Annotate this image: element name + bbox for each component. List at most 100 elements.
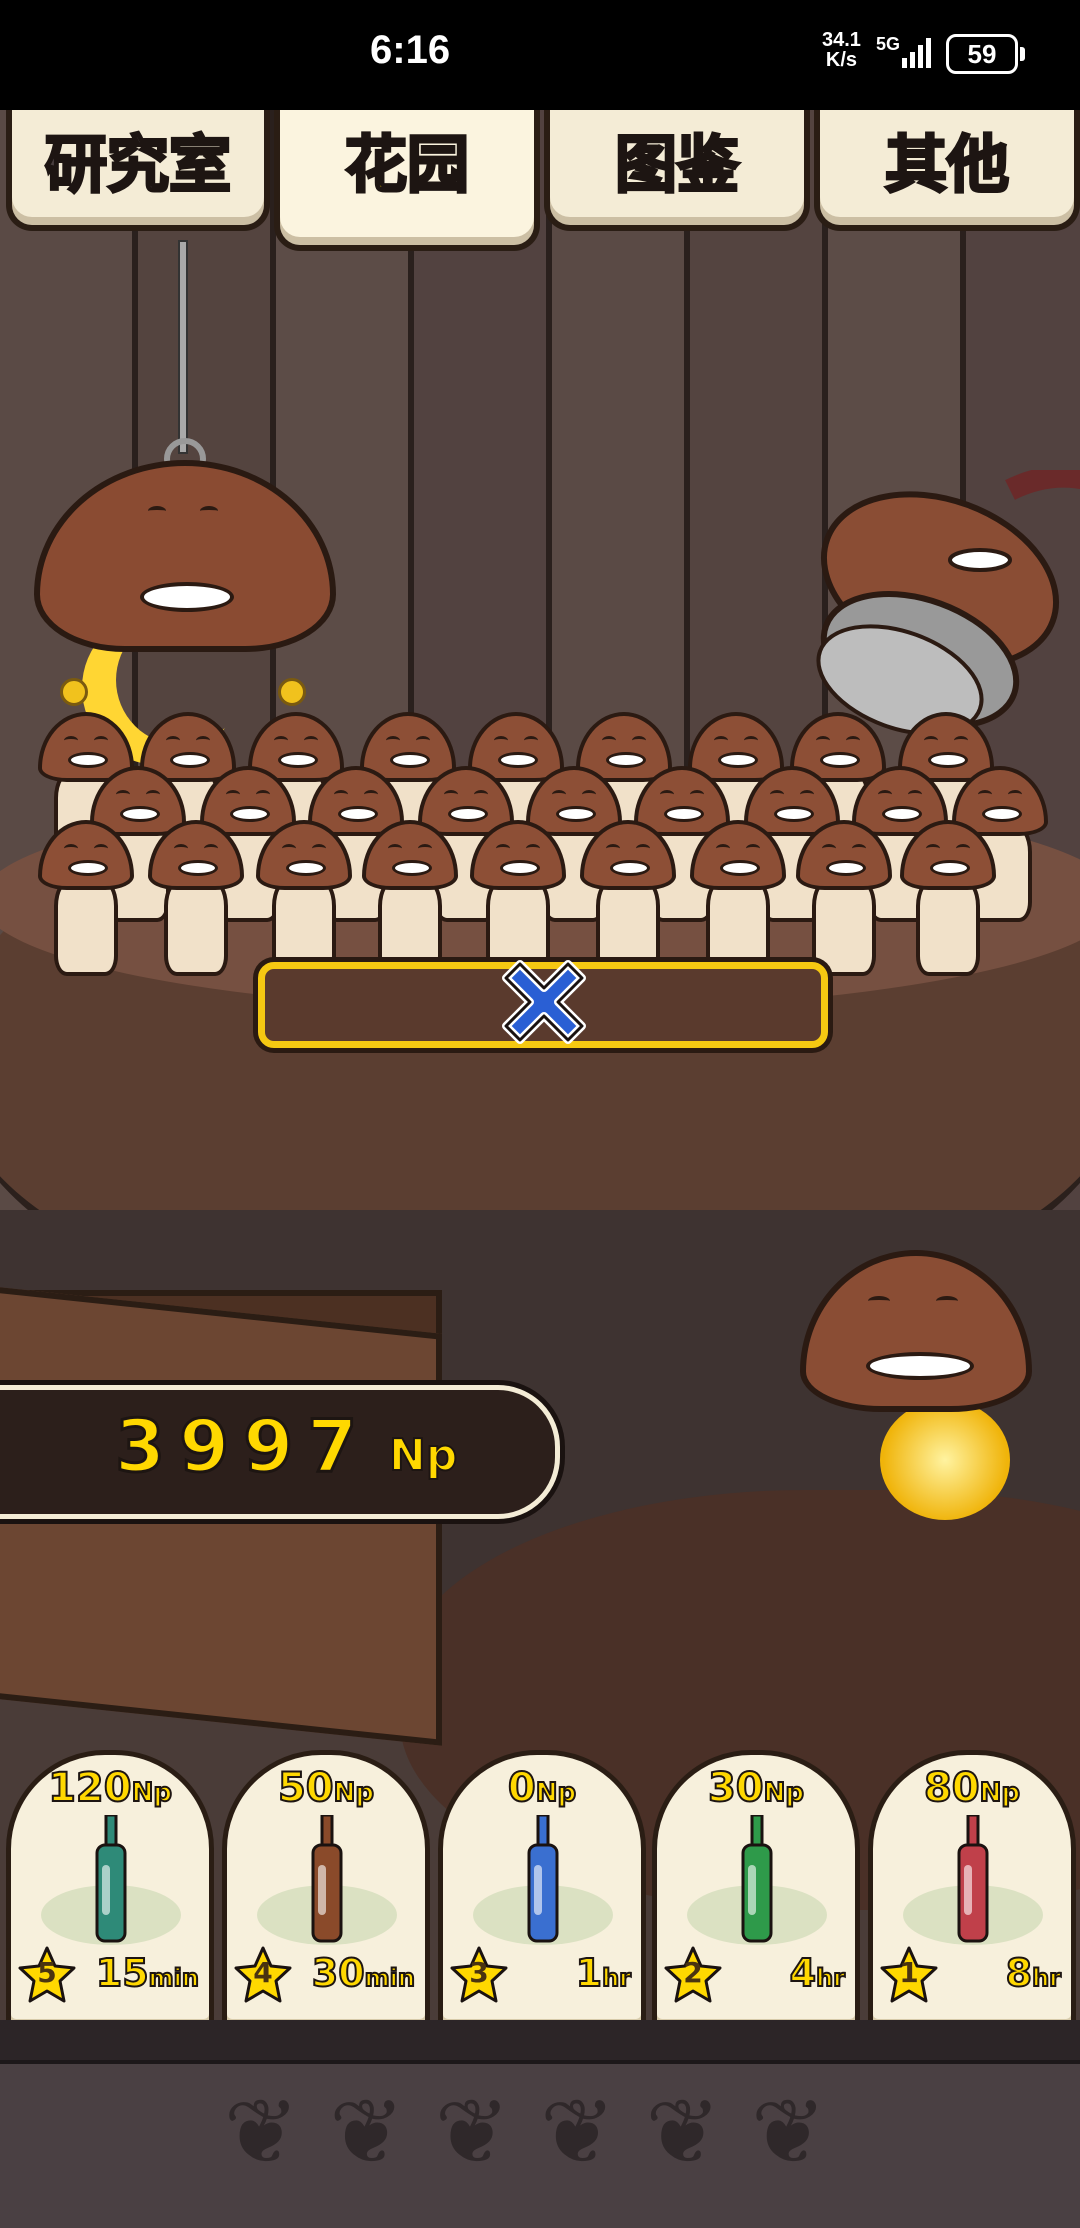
glowing-mushroom-cap (800, 1250, 1032, 1412)
tab-label: 研究室 (43, 127, 232, 203)
card-price: 120Np (11, 1764, 209, 1812)
mushroom-eye (852, 844, 866, 853)
price-unit: Np (535, 1777, 577, 1809)
card-duration: 8hr (1005, 1950, 1062, 1996)
mushroom-eye (660, 790, 674, 799)
mushroom[interactable] (900, 820, 996, 980)
fertilizer-shop: 120Np 5 15min 50Np 4 30min 0Np 3 1hr 30Np 2 4hr 80Np… (0, 1750, 1080, 2030)
tab-lab[interactable]: 研究室 (6, 110, 270, 231)
np-value: 3997 (113, 1403, 372, 1490)
mushroom-eye (816, 736, 830, 745)
mushroom-eye (954, 736, 968, 745)
tab-garden[interactable]: 花园 (274, 110, 540, 251)
tab-label: 其他 (883, 127, 1010, 203)
mushroom-eye (846, 736, 860, 745)
mushroom-mouth (68, 860, 108, 876)
mushroom-cap (256, 820, 352, 890)
mushroom-stem (812, 876, 876, 976)
mushroom-mouth (826, 860, 866, 876)
duration-unit: min (364, 1963, 416, 1993)
card-duration: 30min (311, 1950, 416, 1996)
tab-other[interactable]: 其他 (814, 110, 1080, 231)
mushroom-eye (418, 844, 432, 853)
mushroom[interactable] (362, 820, 458, 980)
mushroom-mouth (610, 860, 650, 876)
main-tabs: 研究室 花园 图鉴 其他 (0, 110, 1080, 260)
mushroom-eye (956, 844, 970, 853)
lamp-eye (148, 506, 166, 516)
card-price: 0Np (443, 1764, 641, 1812)
duration-value: 15 (95, 1950, 150, 1996)
mushroom-eye (822, 844, 836, 853)
card-price: 50Np (227, 1764, 425, 1812)
mushroom-cap (690, 820, 786, 890)
tab-label: 图鉴 (613, 127, 740, 203)
mushroom-eye (582, 790, 596, 799)
glowing-mushroom[interactable] (800, 1250, 1040, 1550)
mushroom-eye (174, 844, 188, 853)
lamp-eye (200, 506, 218, 516)
mushroom-eye (146, 790, 160, 799)
fertilizer-card[interactable]: 120Np 5 15min (6, 1750, 214, 2030)
mushroom-eye (166, 736, 180, 745)
fertilizer-card[interactable]: 80Np 1 8hr (868, 1750, 1076, 2030)
mushroom-eye (304, 736, 318, 745)
mushroom-eye (334, 790, 348, 799)
mushroom-eye (282, 844, 296, 853)
price-value: 80 (923, 1764, 981, 1812)
tab-encyclopedia[interactable]: 图鉴 (544, 110, 810, 231)
mushroom-eye (770, 790, 784, 799)
mushroom-mouth (930, 860, 970, 876)
mushroom-eye (714, 736, 728, 745)
card-rank: 3 (469, 1956, 489, 1989)
np-unit: Np (388, 1429, 458, 1482)
price-value: 0 (507, 1764, 537, 1812)
garden-scene (0, 110, 1080, 2020)
mushroom-stem (706, 876, 770, 976)
mushroom[interactable] (690, 820, 786, 980)
mushroom-eye (926, 844, 940, 853)
np-counter: 3997 Np (0, 1385, 560, 1519)
fertilizer-card[interactable]: 30Np 2 4hr (652, 1750, 860, 2030)
mushroom-cap (470, 820, 566, 890)
mushroom-cap (38, 820, 134, 890)
mushroom-cap (796, 820, 892, 890)
mushroom-eye (444, 790, 458, 799)
mushroom[interactable] (148, 820, 244, 980)
mushroom[interactable] (256, 820, 352, 980)
card-rank: 2 (683, 1956, 703, 1989)
lamp-bead (278, 678, 306, 706)
bottom-frieze: ❦❦❦❦❦❦ (0, 2020, 1080, 2228)
bottle-icon (527, 1815, 559, 1943)
mushroom[interactable] (38, 820, 134, 980)
mushroom-eye (606, 844, 620, 853)
mushroom-eye (716, 844, 730, 853)
cancel-x-icon[interactable] (488, 946, 600, 1058)
lamp-bead (60, 678, 88, 706)
mushroom-eye (204, 844, 218, 853)
network-type: 5G (876, 34, 901, 54)
mushroom-eye (690, 790, 704, 799)
mushroom-eye (978, 790, 992, 799)
mushroom-stem (164, 876, 228, 976)
mushroom-eye (274, 736, 288, 745)
mushroom-eye (1008, 790, 1022, 799)
price-unit: Np (333, 1777, 375, 1809)
mushroom[interactable] (796, 820, 892, 980)
fertilizer-card[interactable]: 50Np 4 30min (222, 1750, 430, 2030)
price-value: 50 (277, 1764, 335, 1812)
mushroom-mouth (392, 860, 432, 876)
card-duration: 1hr (575, 1950, 632, 1996)
mushroom-eye (552, 790, 566, 799)
mushroom-eye (388, 844, 402, 853)
mushroom-cap (362, 820, 458, 890)
mushroom-mouth (982, 806, 1022, 822)
mushroom-eye (878, 790, 892, 799)
mushroom-eye (908, 790, 922, 799)
card-rank: 4 (253, 1956, 273, 1989)
price-unit: Np (131, 1777, 173, 1809)
fertilizer-card[interactable]: 0Np 3 1hr (438, 1750, 646, 2030)
duration-value: 1 (575, 1950, 603, 1996)
duration-unit: hr (1031, 1963, 1062, 1993)
mushroom-mouth (720, 860, 760, 876)
